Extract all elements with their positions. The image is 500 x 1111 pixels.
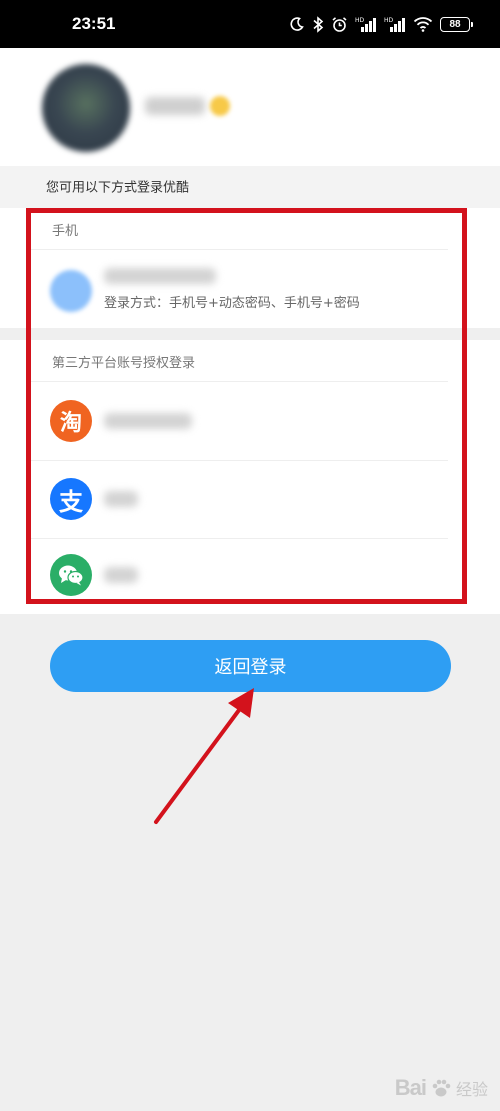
- paw-icon: [432, 1079, 451, 1097]
- phone-login-method: 登录方式：手机号+动态密码、手机号+密码: [104, 296, 360, 311]
- third-party-login-group: 第三方平台账号授权登录 淘 支: [0, 340, 500, 614]
- alipay-icon: 支: [50, 478, 92, 520]
- avatar[interactable]: [42, 64, 130, 152]
- vip-badge-icon: [210, 96, 230, 116]
- wifi-icon: [413, 17, 433, 32]
- platform-row-alipay[interactable]: 支: [0, 460, 500, 538]
- profile-header: [0, 48, 500, 166]
- battery-icon: 88: [440, 16, 473, 32]
- wechat-logo: [59, 565, 84, 586]
- third-party-group-title: 第三方平台账号授权登录: [52, 356, 196, 371]
- alipay-account-blurred: [104, 491, 138, 507]
- taobao-account-blurred: [104, 413, 192, 429]
- status-time: 23:51: [72, 14, 116, 33]
- wechat-icon: [50, 554, 92, 596]
- phone-number-blurred: [104, 268, 216, 284]
- wechat-account-blurred: [104, 567, 138, 583]
- moon-icon: [290, 17, 304, 31]
- platform-row-wechat[interactable]: [0, 536, 500, 614]
- battery-level: 88: [449, 18, 461, 30]
- status-bar: 23:51 HD HD 88: [0, 0, 500, 48]
- phone-login-group: 手机 登录方式：手机号+动态密码、手机号+密码: [0, 208, 500, 328]
- status-icons: HD HD 88: [289, 13, 473, 35]
- signal-hd-icon: HD: [384, 17, 405, 32]
- svg-text:HD: HD: [355, 17, 365, 24]
- signal-hd-icon: HD: [355, 17, 376, 32]
- back-to-login-button[interactable]: 返回登录: [50, 640, 451, 692]
- taobao-glyph: 淘: [59, 411, 82, 436]
- phone-group-title: 手机: [52, 224, 79, 239]
- watermark-text: Bai: [394, 1075, 427, 1100]
- divider: [28, 249, 448, 250]
- phone-avatar: [50, 270, 92, 312]
- login-options-hint: 您可用以下方式登录优酷: [0, 166, 500, 208]
- alarm-icon: [332, 16, 347, 32]
- svg-text:HD: HD: [384, 17, 394, 24]
- login-options-hint-text: 您可用以下方式登录优酷: [46, 180, 190, 196]
- alipay-glyph: 支: [59, 487, 83, 516]
- watermark-logo: Bai 经验: [395, 1075, 488, 1101]
- platform-row-taobao[interactable]: 淘: [0, 382, 500, 460]
- username-blurred: [145, 97, 205, 115]
- section-gap: [0, 328, 500, 340]
- taobao-icon: 淘: [50, 400, 92, 442]
- bluetooth-icon: [313, 15, 324, 33]
- watermark-sub: 经验: [455, 1082, 488, 1099]
